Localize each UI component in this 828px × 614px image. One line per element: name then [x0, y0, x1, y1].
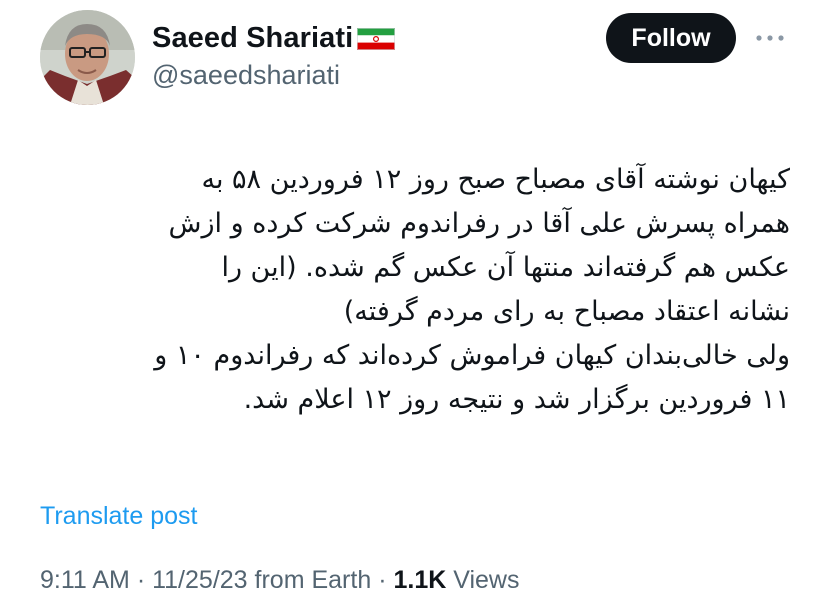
tweet-meta: 9:11 AM · 11/25/23 from Earth · 1.1K Vie…	[40, 566, 519, 595]
meta-separator: ·	[136, 566, 146, 594]
iran-flag-icon	[357, 28, 396, 50]
tweet-line: ولی خالی‌بندان کیهان فراموش کرده‌اند که …	[154, 340, 790, 371]
author-display-name[interactable]: Saeed Shariati	[152, 22, 353, 55]
views-count: 1.1K	[393, 566, 447, 594]
follow-button[interactable]: Follow	[606, 13, 736, 63]
views-label: Views	[453, 566, 520, 594]
translate-post-link[interactable]: Translate post	[40, 502, 197, 531]
avatar[interactable]	[40, 10, 135, 105]
tweet-line: عکس هم گرفته‌اند منتها آن عکس گم شده. (ا…	[221, 252, 790, 283]
post-source: from Earth	[254, 566, 372, 594]
more-dots-icon[interactable]	[752, 24, 788, 52]
post-time[interactable]: 9:11 AM	[40, 566, 130, 594]
tweet-line: نشانه اعتقاد مصباح به رای مردم گرفته)	[343, 296, 790, 327]
meta-separator: ·	[378, 566, 387, 594]
author-handle[interactable]: @saeedshariati	[152, 60, 340, 91]
tweet-text: کیهان نوشته آقای مصباح صبح روز ۱۲ فروردی…	[30, 158, 790, 422]
tweet-line: همراه پسرش علی آقا در رفراندوم شرکت کرده…	[168, 208, 790, 239]
tweet-line: کیهان نوشته آقای مصباح صبح روز ۱۲ فروردی…	[201, 164, 790, 195]
tweet-line: ۱۱ فروردین برگزار شد و نتیجه روز ۱۲ اعلا…	[243, 384, 790, 415]
author-name-row: Saeed Shariati	[152, 20, 396, 56]
avatar-image	[40, 10, 135, 105]
post-date[interactable]: 11/25/23	[152, 566, 247, 594]
